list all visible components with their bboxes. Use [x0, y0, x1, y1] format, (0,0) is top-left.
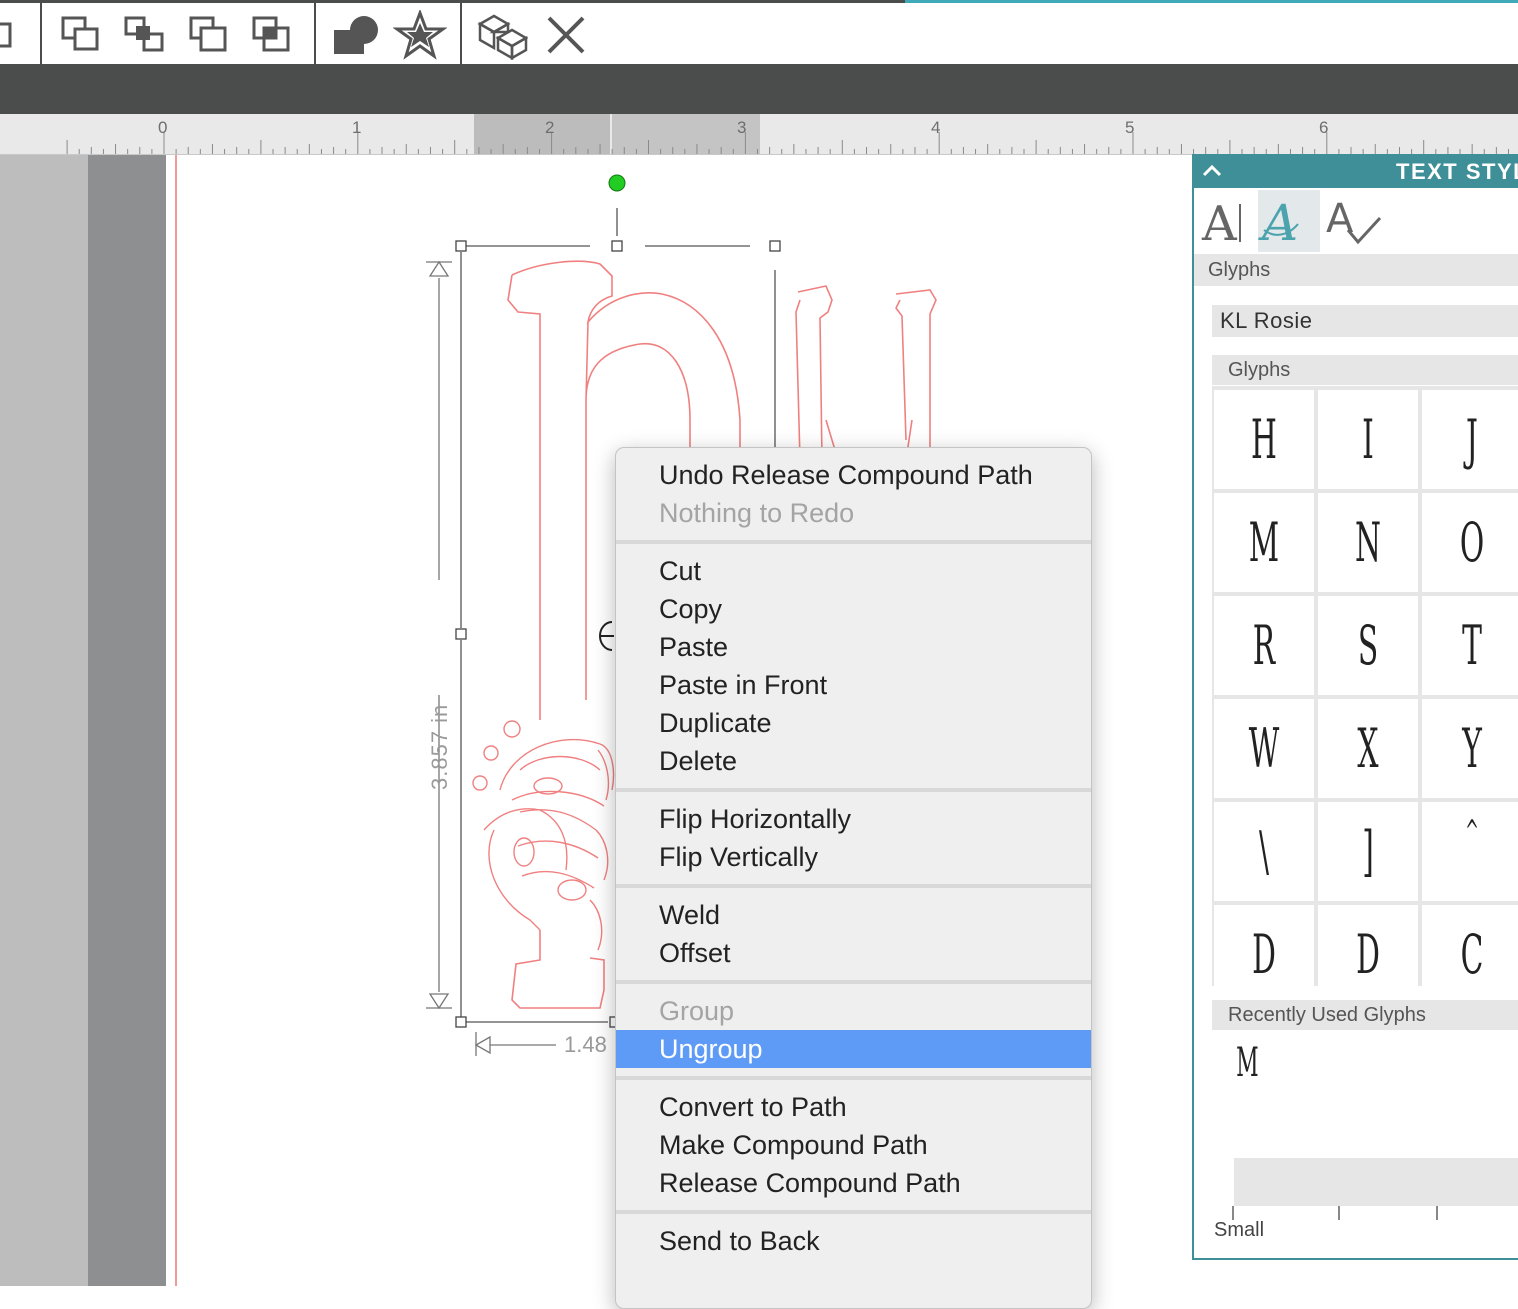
text-style-panel: TEXT STYL A A A Glyphs KL Rosie Glyphs H…: [1192, 154, 1518, 1260]
glyph-char: X: [1357, 717, 1379, 780]
panel-title: TEXT STYL: [1396, 159, 1518, 184]
glyph-grid: H I J M N O R S T W X Y \] ^ D D C: [1212, 386, 1518, 986]
glyph-cell[interactable]: N: [1318, 493, 1418, 592]
glyph-cell[interactable]: T: [1422, 596, 1518, 695]
menu-item-paste[interactable]: Paste: [616, 628, 1091, 666]
menu-item-ungroup[interactable]: Ungroup: [616, 1030, 1091, 1068]
svg-text:A: A: [1201, 196, 1238, 252]
decorative-flourish: [472, 720, 615, 951]
menu-item-paste-in-front[interactable]: Paste in Front: [616, 666, 1091, 704]
glyph-char: ^: [1465, 814, 1479, 849]
menu-separator: [616, 1076, 1091, 1080]
glyph-char: ]: [1362, 820, 1374, 883]
glyph-char: T: [1462, 614, 1482, 677]
glyph-cell[interactable]: Y: [1422, 699, 1518, 798]
glyph-char: M: [1248, 511, 1280, 574]
menu-item-weld[interactable]: Weld: [616, 896, 1091, 934]
width-dimension-label: 1.48: [564, 1032, 607, 1057]
glyph-cell[interactable]: D: [1214, 905, 1314, 986]
menu-item-undo-release-compound-path[interactable]: Undo Release Compound Path: [616, 456, 1091, 494]
glyph-cell[interactable]: D: [1318, 905, 1418, 986]
glyph-char: O: [1459, 511, 1485, 574]
menu-separator: [616, 980, 1091, 984]
menu-item-nothing-to-redo: Nothing to Redo: [659, 498, 855, 528]
menu-item-send-to-back[interactable]: Send to Back: [616, 1222, 1091, 1260]
menu-item-release-compound-path[interactable]: Release Compound Path: [616, 1164, 1091, 1202]
glyph-cell[interactable]: ^: [1422, 802, 1518, 901]
glyph-cell[interactable]: R: [1214, 596, 1314, 695]
rotation-handle: [608, 174, 626, 192]
height-dimension-label: 3.857 in: [427, 703, 452, 790]
glyph-char: \: [1258, 820, 1270, 883]
spell-check-tab-icon[interactable]: A: [1322, 190, 1384, 252]
height-dimension: 3.857 in: [424, 690, 454, 800]
glyph-cell[interactable]: \: [1214, 802, 1314, 901]
recently-used-glyphs-header: Recently Used Glyphs: [1212, 1000, 1518, 1030]
text-style-tab-icon[interactable]: A: [1196, 190, 1258, 252]
menu-item-make-compound-path[interactable]: Make Compound Path: [616, 1126, 1091, 1164]
panel-header: TEXT STYL: [1194, 154, 1518, 188]
glyph-cell[interactable]: ]: [1318, 802, 1418, 901]
glyphs-header: Glyphs: [1212, 355, 1518, 385]
collapse-chevron-icon[interactable]: [1200, 160, 1224, 182]
glyph-char: J: [1466, 408, 1478, 471]
menu-separator: [616, 540, 1091, 544]
ruler-number: 6: [1319, 118, 1329, 137]
glyph-cell[interactable]: X: [1318, 699, 1418, 798]
glyph-char: Y: [1462, 717, 1482, 780]
glyph-char: S: [1357, 614, 1379, 677]
height-dimension-arrow: [426, 260, 452, 1010]
glyph-cell[interactable]: C: [1422, 905, 1518, 986]
glyph-char: C: [1460, 923, 1484, 986]
glyph-cell[interactable]: S: [1318, 596, 1418, 695]
menu-item-convert-to-path[interactable]: Convert to Path: [616, 1088, 1091, 1126]
recent-glyph[interactable]: M: [1236, 1038, 1259, 1088]
svg-text:A: A: [1326, 196, 1354, 242]
menu-item-delete[interactable]: Delete: [616, 742, 1091, 780]
width-dimension-arrow: [474, 1032, 556, 1056]
menu-separator: [616, 884, 1091, 888]
glyph-cell[interactable]: I: [1318, 390, 1418, 489]
glyph-char: H: [1251, 408, 1277, 471]
glyph-cell[interactable]: W: [1214, 699, 1314, 798]
menu-separator: [616, 1210, 1091, 1214]
glyph-char: D: [1356, 923, 1380, 986]
menu-item-flip-vertically[interactable]: Flip Vertically: [616, 838, 1091, 876]
glyph-cell[interactable]: J: [1422, 390, 1518, 489]
size-label-small: Small: [1214, 1219, 1265, 1241]
slider-tick: [1232, 1206, 1234, 1220]
glyph-cell[interactable]: H: [1214, 390, 1314, 489]
glyph-size-slider[interactable]: [1234, 1158, 1518, 1206]
glyph-char: I: [1362, 408, 1374, 471]
menu-item-group: Group: [659, 996, 735, 1026]
menu-item-duplicate[interactable]: Duplicate: [616, 704, 1091, 742]
glyphs-section-label: Glyphs: [1194, 254, 1518, 286]
glyph-cell[interactable]: O: [1422, 493, 1518, 592]
slider-tick: [1338, 1206, 1340, 1220]
menu-separator: [616, 788, 1091, 792]
menu-item-cut[interactable]: Cut: [616, 552, 1091, 590]
glyph-char: W: [1248, 717, 1280, 780]
slider-tick: [1436, 1206, 1438, 1220]
context-menu[interactable]: Undo Release Compound Path Nothing to Red…: [615, 447, 1092, 1309]
menu-item-flip-horizontally[interactable]: Flip Horizontally: [616, 800, 1091, 838]
font-name-field[interactable]: KL Rosie: [1212, 305, 1518, 337]
glyph-char: N: [1355, 511, 1381, 574]
letter-m-outline: [795, 285, 937, 461]
menu-item-offset[interactable]: Offset: [616, 934, 1091, 972]
glyph-char: R: [1252, 614, 1276, 677]
glyphs-tab-icon[interactable]: A: [1258, 190, 1320, 252]
glyph-cell[interactable]: M: [1214, 493, 1314, 592]
menu-item-copy[interactable]: Copy: [616, 590, 1091, 628]
svg-text:A: A: [1258, 194, 1298, 252]
glyph-char: D: [1252, 923, 1276, 986]
